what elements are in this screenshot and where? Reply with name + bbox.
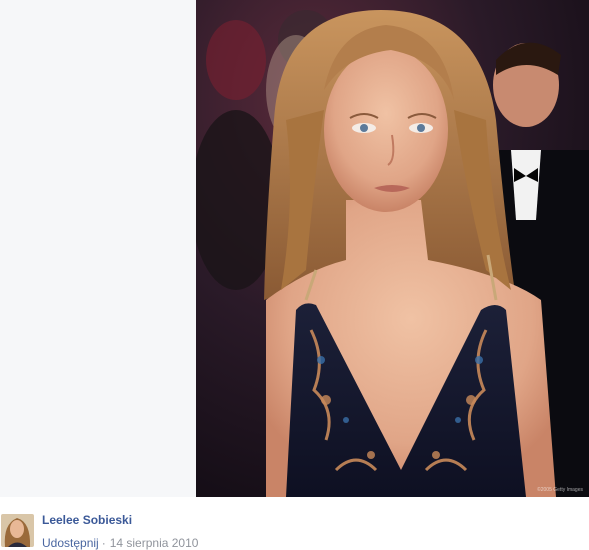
photo-viewer: ©2005 Getty Images (0, 0, 589, 497)
author-avatar[interactable] (1, 514, 34, 547)
avatar-image (1, 514, 34, 547)
photo-post: ©2005 Getty Images Leelee Sobieski Udost… (0, 0, 589, 550)
photo-margin (0, 0, 196, 497)
post-meta: Udostępnij · 14 sierpnia 2010 (42, 536, 198, 550)
share-link[interactable]: Udostępnij (42, 536, 99, 550)
meta-separator: · (101, 536, 106, 550)
post-date: 14 sierpnia 2010 (109, 536, 199, 550)
photo-image (196, 0, 589, 497)
post-footer: Leelee Sobieski Udostępnij · 14 sierpnia 2… (0, 511, 589, 550)
photo-watermark: ©2005 Getty Images (537, 487, 583, 493)
post-photo[interactable]: ©2005 Getty Images (196, 0, 589, 497)
author-name-link[interactable]: Leelee Sobieski (42, 513, 132, 527)
